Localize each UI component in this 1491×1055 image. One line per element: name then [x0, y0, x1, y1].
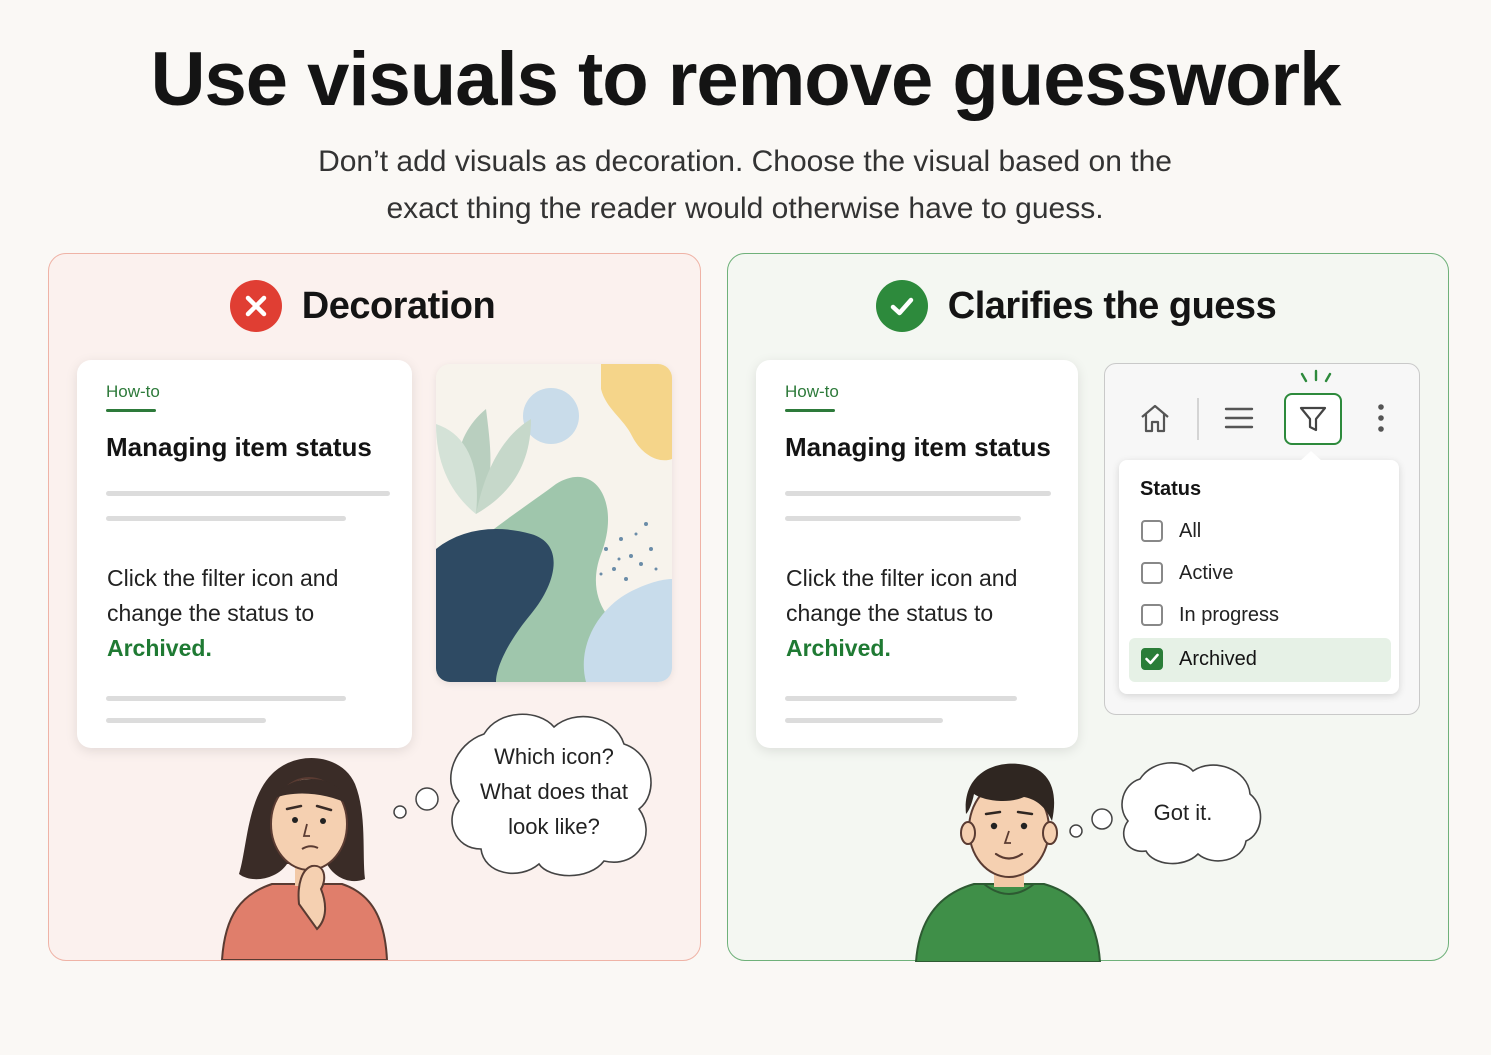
decoration-panel: Decoration How-to Managing item status C… [48, 253, 701, 961]
body-period: . [884, 635, 891, 661]
archived-highlight: Archived [786, 635, 885, 661]
card-kicker: How-to [106, 382, 160, 401]
clarifies-header: Clarifies the guess [716, 280, 1436, 332]
option-label: All [1179, 520, 1202, 542]
body-line-1: Click the filter icon and [107, 565, 339, 591]
checkbox[interactable] [1141, 562, 1163, 584]
toolbar-divider [1197, 398, 1199, 440]
clarifies-panel: Clarifies the guess How-to Managing item… [727, 253, 1449, 963]
toolbar-mockup: Status All Active In progress Archived [1104, 363, 1420, 715]
option-label: Active [1179, 562, 1234, 584]
confused-thought-bubble: Which icon? What does that look like? [389, 709, 659, 879]
card-body: Click the filter icon and change the sta… [786, 561, 1086, 666]
placeholder-line [106, 718, 266, 723]
placeholder-line [785, 696, 1017, 701]
checkbox[interactable] [1141, 520, 1163, 542]
status-title: Status [1140, 478, 1202, 500]
body-line-3: Archived. [786, 631, 1086, 666]
howto-card: How-to Managing item status Click the fi… [77, 360, 412, 748]
option-label: Archived [1179, 648, 1257, 670]
status-option-in-progress[interactable]: In progress [1129, 594, 1391, 638]
confident-thought-bubble: Got it. [1068, 759, 1268, 869]
filter-icon[interactable] [1284, 393, 1342, 445]
placeholder-line [785, 516, 1021, 521]
decoration-header: Decoration [37, 280, 688, 332]
checkbox[interactable] [1141, 604, 1163, 626]
checkbox-checked[interactable] [1141, 648, 1163, 670]
clarifies-heading: Clarifies the guess [947, 284, 1277, 327]
placeholder-line [106, 696, 346, 701]
kicker-underline [785, 409, 835, 412]
x-circle-icon [229, 280, 282, 332]
dropdown-pointer [1300, 451, 1322, 461]
placeholder-line [785, 491, 1051, 496]
more-vertical-icon[interactable] [1361, 398, 1401, 438]
body-line-2: change the status to [107, 600, 315, 626]
decoration-heading: Decoration [301, 284, 496, 327]
highlight-rays [1294, 368, 1338, 388]
subtitle-line-1: Don’t add visuals as decoration. Choose … [318, 145, 1172, 178]
body-line-1: Click the filter icon and [786, 565, 1018, 591]
archived-highlight: Archived [107, 635, 206, 661]
status-dropdown: Status All Active In progress Archived [1119, 451, 1399, 694]
page-title: Use visuals to remove guesswork [150, 37, 1342, 122]
option-label: In progress [1179, 604, 1280, 626]
card-body: Click the filter icon and change the sta… [107, 561, 407, 666]
thought-line-1: Which icon? [494, 744, 614, 769]
body-period: . [205, 635, 212, 661]
subtitle-line-2: exact thing the reader would otherwise h… [386, 192, 1104, 225]
home-icon[interactable] [1135, 398, 1175, 438]
placeholder-line [106, 491, 390, 496]
thought-text: Got it. [1153, 800, 1213, 825]
confused-reader-illustration [217, 754, 397, 961]
card-title: Managing item status [106, 432, 372, 462]
menu-icon[interactable] [1219, 398, 1259, 438]
status-option-archived[interactable]: Archived [1129, 638, 1391, 682]
card-title: Managing item status [785, 432, 1051, 462]
check-circle-icon [875, 280, 928, 332]
placeholder-line [785, 718, 943, 723]
card-kicker: How-to [785, 382, 839, 401]
status-option-all[interactable]: All [1129, 510, 1391, 554]
thought-line-2: What does that [480, 779, 628, 804]
placeholder-line [106, 516, 346, 521]
decorative-illustration [436, 364, 672, 682]
status-option-active[interactable]: Active [1129, 552, 1391, 596]
thought-line-3: look like? [508, 814, 600, 839]
kicker-underline [106, 409, 156, 412]
howto-card: How-to Managing item status Click the fi… [756, 360, 1078, 748]
checkmark-icon [1145, 653, 1159, 665]
body-line-2: change the status to [786, 600, 994, 626]
body-line-3: Archived. [107, 631, 407, 666]
page-subtitle: Don’t add visuals as decoration. Choose … [245, 138, 1245, 232]
thought-text: Which icon? What does that look like? [474, 739, 634, 844]
